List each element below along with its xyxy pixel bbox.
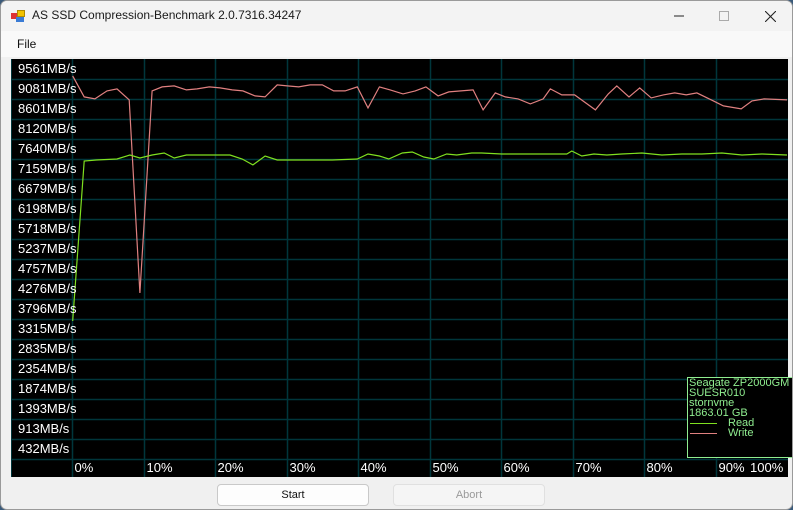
y-tick-label: 432MB/s	[18, 441, 70, 456]
y-tick-label: 4276MB/s	[18, 281, 77, 296]
menu-bar: File	[1, 31, 792, 57]
chart-legend: Seagate ZP2000GM SUESR010 stornvme 1863.…	[687, 377, 792, 458]
y-tick-label: 3796MB/s	[18, 301, 77, 316]
close-button[interactable]	[747, 1, 792, 31]
x-tick-label: 90%	[718, 460, 745, 475]
legend-read-swatch	[690, 423, 717, 424]
y-tick-label: 9081MB/s	[18, 81, 77, 96]
y-tick-label: 6679MB/s	[18, 181, 77, 196]
close-icon	[764, 10, 776, 22]
x-tick-label: 100%	[750, 460, 784, 475]
y-tick-label: 6198MB/s	[18, 201, 77, 216]
x-tick-label: 70%	[575, 460, 602, 475]
chart-plot	[12, 59, 788, 477]
benchmark-chart: 9561MB/s 9081MB/s 8601MB/s 8120MB/s 7640MB/s…	[11, 59, 792, 477]
x-tick-label: 40%	[360, 460, 387, 475]
app-window: AS SSD Compression-Benchmark 2.0.7316.34…	[0, 0, 793, 510]
y-tick-label: 7159MB/s	[18, 161, 77, 176]
y-tick-label: 5237MB/s	[18, 241, 77, 256]
x-tick-label: 30%	[289, 460, 316, 475]
x-tick-label: 80%	[646, 460, 673, 475]
y-tick-label: 2835MB/s	[18, 341, 77, 356]
x-tick-label: 50%	[432, 460, 459, 475]
y-tick-label: 9561MB/s	[18, 61, 77, 76]
y-tick-label: 1874MB/s	[18, 381, 77, 396]
menu-file[interactable]: File	[17, 37, 36, 51]
y-tick-label: 4757MB/s	[18, 261, 77, 276]
y-tick-label: 8120MB/s	[18, 121, 77, 136]
window-title: AS SSD Compression-Benchmark 2.0.7316.34…	[32, 8, 302, 22]
start-button[interactable]: Start	[217, 484, 369, 506]
title-bar[interactable]: AS SSD Compression-Benchmark 2.0.7316.34…	[1, 1, 792, 31]
y-tick-label: 5718MB/s	[18, 221, 77, 236]
x-tick-label: 0%	[74, 460, 94, 475]
x-tick-label: 10%	[146, 460, 173, 475]
legend-write-swatch	[690, 433, 717, 434]
minimize-button[interactable]	[656, 1, 702, 31]
maximize-button[interactable]	[701, 1, 747, 31]
y-tick-label: 913MB/s	[18, 421, 70, 436]
app-icon	[11, 10, 25, 22]
legend-write: Write	[688, 427, 792, 439]
x-tick-label: 60%	[503, 460, 530, 475]
y-tick-label: 8601MB/s	[18, 101, 77, 116]
minimize-icon	[674, 15, 684, 17]
legend-write-label: Write	[728, 427, 754, 439]
maximize-icon	[719, 11, 729, 21]
y-tick-label: 2354MB/s	[18, 361, 77, 376]
y-tick-label: 1393MB/s	[18, 401, 77, 416]
y-tick-label: 7640MB/s	[18, 141, 77, 156]
x-tick-label: 20%	[217, 460, 244, 475]
abort-button[interactable]: Abort	[393, 484, 545, 506]
y-tick-label: 3315MB/s	[18, 321, 77, 336]
